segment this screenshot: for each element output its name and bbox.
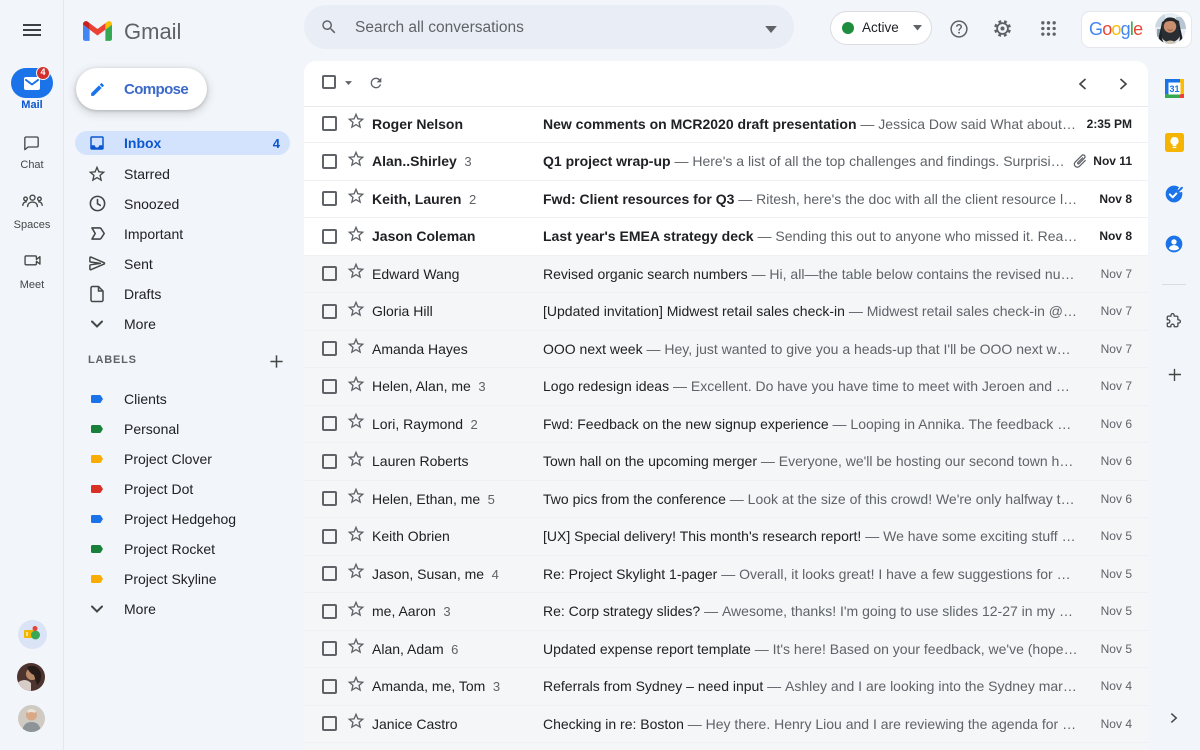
svg-text:31: 31 <box>1169 84 1179 94</box>
